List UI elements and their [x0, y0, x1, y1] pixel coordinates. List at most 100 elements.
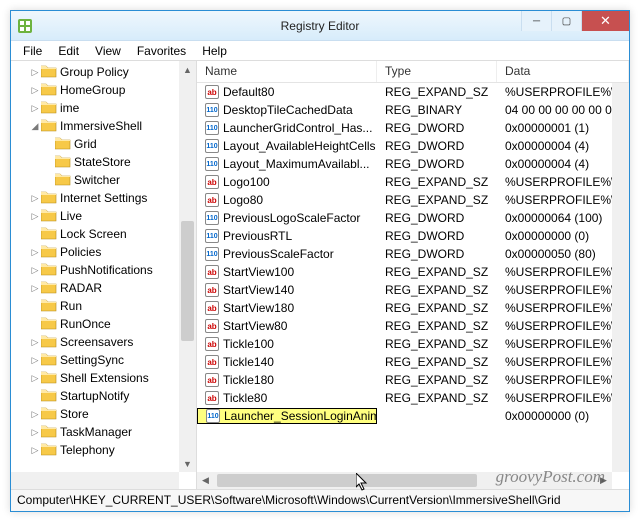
list-row[interactable]: 110Layout_MaximumAvailabl...REG_DWORD0x0… — [197, 155, 629, 173]
tree-item[interactable]: Lock Screen — [15, 225, 178, 243]
expander-icon[interactable]: ▷ — [29, 445, 41, 456]
menu-favorites[interactable]: Favorites — [129, 42, 194, 60]
expander-icon[interactable]: ▷ — [29, 427, 41, 438]
expander-icon[interactable]: ◢ — [29, 121, 41, 132]
tree-item[interactable]: ▷SettingSync — [15, 351, 178, 369]
list-row[interactable]: 110PreviousLogoScaleFactorREG_DWORD0x000… — [197, 209, 629, 227]
scroll-up-icon[interactable]: ▲ — [179, 61, 196, 78]
folder-icon — [41, 424, 60, 441]
tree-item[interactable]: ▷ime — [15, 99, 178, 117]
maximize-button[interactable]: ▢ — [551, 11, 581, 31]
folder-icon — [41, 298, 60, 315]
list-row[interactable]: 110Layout_AvailableHeightCellsREG_DWORD0… — [197, 137, 629, 155]
folder-icon — [55, 154, 74, 171]
string-value-icon: ab — [205, 301, 219, 315]
value-type: REG_EXPAND_SZ — [377, 192, 497, 208]
menu-file[interactable]: File — [15, 42, 50, 60]
minimize-button[interactable]: ─ — [521, 11, 551, 31]
scroll-down-icon[interactable]: ▼ — [179, 455, 196, 472]
tree-item[interactable]: StartupNotify — [15, 387, 178, 405]
expander-icon[interactable]: ▷ — [29, 67, 41, 78]
tree-item[interactable]: ▷ Policies — [15, 243, 178, 261]
tree-item[interactable]: ◢ImmersiveShell — [15, 117, 178, 135]
list-row[interactable]: 110Launcher_SessionLoginAnimation_OnShow… — [197, 407, 629, 425]
tree-item[interactable]: ▷Shell Extensions — [15, 369, 178, 387]
folder-icon — [55, 172, 74, 189]
menu-help[interactable]: Help — [194, 42, 235, 60]
binary-value-icon: 110 — [205, 247, 219, 261]
tree-item[interactable]: ▷PushNotifications — [15, 261, 178, 279]
menu-view[interactable]: View — [87, 42, 129, 60]
value-type — [377, 415, 497, 417]
scroll-left-icon[interactable]: ◀ — [197, 472, 214, 489]
list-row[interactable]: abTickle80REG_EXPAND_SZ%USERPROFILE%\ — [197, 389, 629, 407]
tree-item[interactable]: ▷Live — [15, 207, 178, 225]
statusbar: Computer\HKEY_CURRENT_USER\Software\Micr… — [11, 489, 629, 511]
expander-icon[interactable]: ▷ — [29, 355, 41, 366]
tree-item[interactable]: RunOnce — [15, 315, 178, 333]
expander-icon[interactable]: ▷ — [29, 265, 41, 276]
tree-item[interactable]: Grid — [15, 135, 178, 153]
tree-item[interactable]: Run — [15, 297, 178, 315]
tree-item[interactable]: StateStore — [15, 153, 178, 171]
tree-label: Policies — [60, 245, 101, 259]
expander-icon[interactable]: ▷ — [29, 103, 41, 114]
tree-item[interactable]: ▷HomeGroup — [15, 81, 178, 99]
list-horizontal-scrollbar[interactable]: ◀ ▶ — [197, 472, 612, 489]
value-type: REG_DWORD — [377, 228, 497, 244]
value-name: abStartView140 — [197, 282, 377, 298]
tree-item[interactable]: ▷Store — [15, 405, 178, 423]
column-name[interactable]: Name — [197, 61, 377, 82]
list-row[interactable]: abLogo100REG_EXPAND_SZ%USERPROFILE%\ — [197, 173, 629, 191]
expander-icon[interactable]: ▷ — [29, 283, 41, 294]
tree-item[interactable]: ▷Group Policy — [15, 63, 178, 81]
value-data: %USERPROFILE%\ — [497, 318, 629, 334]
value-name: 110LauncherGridControl_Has... — [197, 120, 377, 136]
list-row[interactable]: abStartView80REG_EXPAND_SZ%USERPROFILE%\ — [197, 317, 629, 335]
app-icon — [17, 18, 33, 34]
menu-edit[interactable]: Edit — [50, 42, 87, 60]
list-row[interactable]: abStartView180REG_EXPAND_SZ%USERPROFILE%… — [197, 299, 629, 317]
expander-icon[interactable]: ▷ — [29, 211, 41, 222]
value-data: %USERPROFILE%\ — [497, 300, 629, 316]
column-data[interactable]: Data — [497, 61, 629, 82]
expander-icon[interactable]: ▷ — [29, 409, 41, 420]
list-row[interactable]: abStartView100REG_EXPAND_SZ%USERPROFILE%… — [197, 263, 629, 281]
tree-horizontal-scrollbar[interactable] — [11, 472, 179, 489]
list-row[interactable]: abDefault80REG_EXPAND_SZ%USERPROFILE%\ — [197, 83, 629, 101]
list-row[interactable]: 110PreviousScaleFactorREG_DWORD0x0000005… — [197, 245, 629, 263]
scroll-right-icon[interactable]: ▶ — [595, 472, 612, 489]
list-row[interactable]: abTickle100REG_EXPAND_SZ%USERPROFILE%\ — [197, 335, 629, 353]
list-vertical-scrollbar[interactable] — [612, 83, 629, 472]
tree-item[interactable]: Switcher — [15, 171, 178, 189]
list-row[interactable]: abTickle180REG_EXPAND_SZ%USERPROFILE%\ — [197, 371, 629, 389]
value-name: 110PreviousLogoScaleFactor — [197, 210, 377, 226]
binary-value-icon: 110 — [205, 229, 219, 243]
tree-item[interactable]: ▷Telephony — [15, 441, 178, 459]
tree-item[interactable]: ▷Screensavers — [15, 333, 178, 351]
tree-item[interactable]: ▷RADAR — [15, 279, 178, 297]
expander-icon[interactable]: ▷ — [29, 193, 41, 204]
value-data: 0x00000064 (100) — [497, 210, 629, 226]
expander-icon[interactable]: ▷ — [29, 247, 41, 258]
list-pane[interactable]: Name Type Data abDefault80REG_EXPAND_SZ%… — [197, 61, 629, 489]
expander-icon[interactable]: ▷ — [29, 373, 41, 384]
tree-pane[interactable]: ▷Group Policy▷HomeGroup▷ime◢ImmersiveShe… — [11, 61, 197, 489]
list-row[interactable]: abStartView140REG_EXPAND_SZ%USERPROFILE%… — [197, 281, 629, 299]
column-type[interactable]: Type — [377, 61, 497, 82]
expander-icon[interactable]: ▷ — [29, 85, 41, 96]
value-data: %USERPROFILE%\ — [497, 390, 629, 406]
scroll-thumb[interactable] — [181, 221, 194, 341]
tree-item[interactable]: ▷Internet Settings — [15, 189, 178, 207]
scroll-thumb-h[interactable] — [217, 474, 477, 487]
close-button[interactable]: ✕ — [581, 11, 629, 31]
list-row[interactable]: 110PreviousRTLREG_DWORD0x00000000 (0) — [197, 227, 629, 245]
tree-item[interactable]: ▷TaskManager — [15, 423, 178, 441]
list-row[interactable]: 110LauncherGridControl_Has...REG_DWORD0x… — [197, 119, 629, 137]
list-row[interactable]: abLogo80REG_EXPAND_SZ%USERPROFILE%\ — [197, 191, 629, 209]
titlebar[interactable]: Registry Editor ─ ▢ ✕ — [11, 11, 629, 41]
tree-vertical-scrollbar[interactable]: ▲ ▼ — [179, 61, 196, 472]
list-row[interactable]: 110DesktopTileCachedDataREG_BINARY04 00 … — [197, 101, 629, 119]
expander-icon[interactable]: ▷ — [29, 337, 41, 348]
list-row[interactable]: abTickle140REG_EXPAND_SZ%USERPROFILE%\ — [197, 353, 629, 371]
